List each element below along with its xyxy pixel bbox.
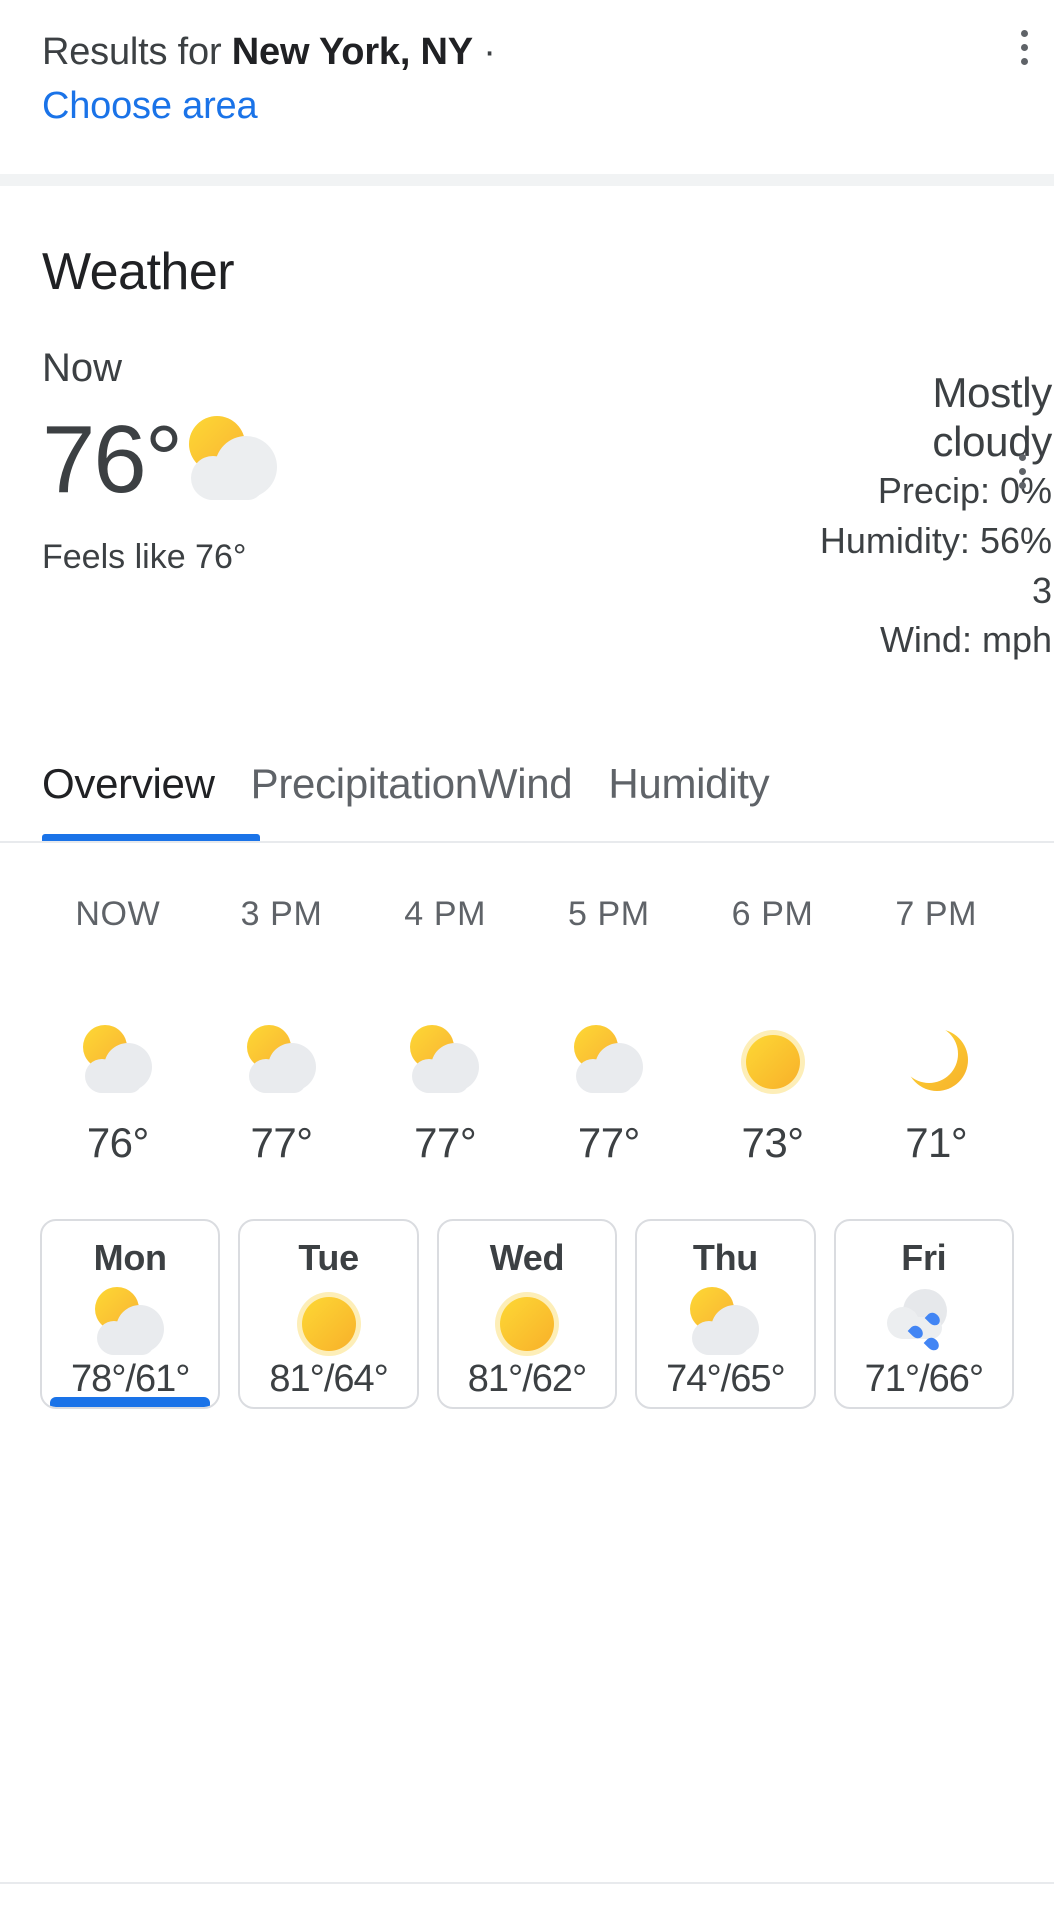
cloud-base [197,470,264,500]
results-separator: · [472,31,496,73]
partly-cloudy-icon [243,1023,321,1101]
hourly-item[interactable]: 6 PM 73° [691,895,855,1167]
cloud-base [102,1330,155,1355]
hour-temp: 77° [414,1118,477,1166]
hour-time: NOW [75,894,161,933]
kebab-dot [1021,58,1028,65]
hour-time: 7 PM [895,894,978,933]
hour-temp: 76° [86,1118,150,1166]
cloud-base [580,1068,633,1093]
results-header: Results for New York, NY · Choose area [0,0,1054,174]
day-temps: 74°/65° [666,1357,785,1400]
current-temperature: 76° [42,406,183,513]
weather-page: Results for New York, NY · Choose area W… [0,0,1054,1930]
day-temps: 81°/64° [269,1357,388,1400]
day-card-wed[interactable]: Wed 81°/62° [436,1218,618,1409]
cloud-base [89,1068,142,1093]
humidity-text: Humidity: 56% [819,519,1052,561]
sun-icon [290,1285,368,1363]
hour-temp: 77° [577,1118,641,1166]
day-card-thu[interactable]: Thu 74°/65° [635,1218,816,1409]
hourly-item[interactable]: 4 PM 77° [363,895,527,1167]
sun-icon [488,1285,566,1363]
section-divider [0,174,1054,186]
partly-cloudy-icon [79,1023,157,1101]
tab-wind[interactable]: Wind [478,760,573,808]
day-name: Fri [901,1236,947,1278]
wind-text: Wind: mph [879,619,1052,661]
kebab-dot [1019,468,1026,475]
more-vertical-icon[interactable] [1019,454,1026,489]
sun-disc [745,1034,800,1089]
page-title: Weather [42,243,235,301]
hour-time: 5 PM [567,894,650,933]
current-conditions: Now 76° Feels like 76° Mostly cloudy Pre… [42,348,1052,665]
sun-icon [734,1023,812,1101]
partly-cloudy-icon [686,1285,764,1363]
partly-cloudy-icon [183,410,283,510]
tab-overview[interactable]: Overview [42,760,215,808]
day-card-mon[interactable]: Mon 78°/61° [40,1218,221,1409]
hour-time: 4 PM [404,894,487,933]
hourly-forecast: NOW 76° 3 PM 77° 4 PM 77° 5 PM 77° 6 PM … [0,895,1054,1167]
active-day-indicator [50,1396,211,1407]
precip-text: Precip: 0% [877,470,1052,512]
tab-humidity[interactable]: Humidity [608,760,769,808]
condition-line-2: cloudy [932,418,1052,466]
hour-time: 6 PM [731,894,814,933]
partly-cloudy-icon [91,1285,169,1363]
feels-like-text: Feels like 76° [42,538,247,576]
hour-temp: 77° [250,1118,314,1166]
hour-temp: 71° [905,1118,968,1166]
day-card-fri[interactable]: Fri 71°/66° [833,1218,1015,1409]
condition-line-1: Mostly [932,369,1052,416]
results-for-text: Results for New York, NY · Choose area [42,26,902,134]
more-vertical-icon[interactable] [1021,30,1028,65]
day-name: Mon [93,1236,167,1278]
moon-disc [900,1024,969,1091]
hourly-item[interactable]: 7 PM 71° [854,895,1018,1167]
weather-card: Weather Now 76° Feels like 76° Mostly cl… [0,186,1054,665]
day-name: Thu [692,1236,758,1278]
kebab-dot [1019,454,1026,461]
wind-value: 3 [1031,569,1052,611]
cloud-base [253,1068,306,1093]
weather-tabs: Overview Precipitation Wind Humidity [0,727,1054,843]
cloud-base [417,1068,470,1093]
day-temps: 78°/61° [70,1357,190,1400]
cloud-base [697,1330,750,1355]
daily-forecast: Mon 78°/61° Tue 81°/64° Wed 81°/62° Thu … [0,1218,1054,1409]
partly-cloudy-icon [570,1023,648,1101]
hour-temp: 73° [741,1118,805,1166]
active-tab-indicator [42,833,260,841]
hourly-item[interactable]: 3 PM 77° [200,895,364,1167]
hourly-item[interactable]: 5 PM 77° [527,895,691,1167]
choose-area-link[interactable]: Choose area [42,80,258,134]
bottom-divider [0,1882,1054,1884]
day-card-tue[interactable]: Tue 81°/64° [238,1218,419,1409]
day-temps: 71°/66° [864,1357,984,1400]
kebab-dot [1019,482,1026,489]
results-location: New York, NY [231,31,473,73]
now-label: Now [42,346,123,390]
kebab-dot [1021,30,1028,37]
day-name: Tue [298,1236,359,1278]
current-temp-block: Now 76° Feels like 76° [42,348,283,577]
day-temps: 81°/62° [467,1357,587,1400]
sun-disc [500,1296,555,1351]
hour-time: 3 PM [240,894,323,933]
hourly-item[interactable]: NOW 76° [36,895,200,1167]
temperature-row: 76° [42,410,283,510]
tab-precipitation[interactable]: Precipitation [251,760,479,808]
moon-cutout [900,1024,959,1083]
results-prefix: Results for [42,31,232,73]
kebab-dot [1021,44,1028,51]
day-name: Wed [489,1236,565,1278]
condition-details: Mostly cloudy Precip: 0% Humidity: 56% 3… [684,348,1054,665]
partly-cloudy-icon [406,1023,484,1101]
moon-icon [897,1023,975,1101]
sun-disc [301,1296,356,1351]
rain-icon [885,1285,963,1363]
